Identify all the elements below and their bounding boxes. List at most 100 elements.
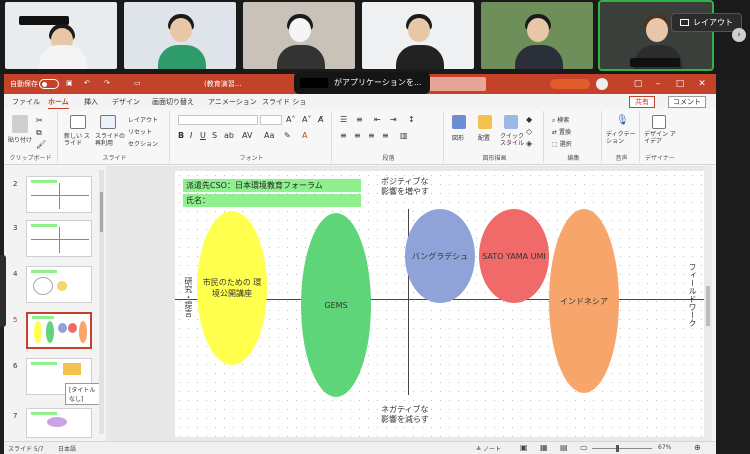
shapes-label[interactable]: 図形 [452,133,464,142]
autosave-toggle[interactable] [39,79,59,89]
new-slide-icon[interactable] [70,115,86,129]
shape-outline-icon[interactable]: ◇ [526,127,532,136]
slideshow-icon[interactable]: ▭ [580,443,588,452]
layout-button[interactable]: レイアウト [671,13,742,32]
thumbnail-scrollbar[interactable] [99,170,104,434]
account-name-badge[interactable] [550,79,590,89]
grow-font-icon[interactable]: A˄ [286,115,295,124]
slide-thumbnail-2[interactable] [26,176,92,213]
slide-thumbnail-3[interactable] [26,220,92,257]
screen-share-banner[interactable]: がアプリケーションを... [294,72,430,94]
char-spacing-icon[interactable]: AV [242,131,252,140]
change-case-icon[interactable]: Aa [264,131,274,140]
bullets-icon[interactable]: ☰ [340,115,347,124]
design-ideas-label[interactable]: デザイン アイデア [644,131,678,145]
language-indicator[interactable]: 日本語 [58,444,76,453]
decrease-indent-icon[interactable]: ⇤ [374,115,381,124]
ellipse-gems[interactable]: GEMS [301,213,371,397]
align-center-icon[interactable]: ≡ [354,131,361,140]
replace-button[interactable]: ⇄ 置換 [552,127,571,136]
redo-icon[interactable]: ↷ [104,79,110,87]
font-family-select[interactable] [178,115,258,125]
microphone-icon[interactable]: 🎙 [616,115,629,126]
slide-header-name[interactable]: 氏名： [183,194,361,207]
participant-tile-3[interactable] [243,2,355,69]
select-button[interactable]: ⬚ 選択 [552,139,572,148]
tab-design[interactable]: デザイン [112,97,140,107]
columns-icon[interactable]: ▥ [400,131,408,140]
font-size-select[interactable] [260,115,282,125]
find-button[interactable]: ⌕ 検索 [552,115,569,125]
comment-button[interactable]: コメント [668,96,706,108]
side-panel-handle[interactable] [0,255,6,327]
slide-thumbnail-7[interactable] [26,408,92,438]
shrink-font-icon[interactable]: A˅ [302,115,311,124]
reuse-slides-label[interactable]: スライドの 再利用 [95,133,125,147]
shape-fill-icon[interactable]: ◆ [526,115,532,124]
editor-scrollbar[interactable] [704,166,712,442]
ellipse-bangladesh[interactable]: バングラデシュ [405,209,475,303]
ellipse-indonesia[interactable]: インドネシア [549,209,619,393]
increase-indent-icon[interactable]: ⇥ [390,115,397,124]
participant-tile-2[interactable] [124,2,236,69]
section-dropdown[interactable]: セクション [128,139,158,148]
zoom-slider-thumb[interactable] [616,445,619,452]
tab-insert[interactable]: 挿入 [84,97,98,107]
strikethrough-icon[interactable]: S [212,131,217,140]
tab-transitions[interactable]: 画面切り替え [152,97,194,107]
dictate-label[interactable]: ディクテー ション [606,131,640,145]
align-right-icon[interactable]: ≡ [368,131,375,140]
participant-tile-5[interactable] [481,2,593,69]
notes-button[interactable]: ≜ ノート [476,444,501,453]
slide-canvas[interactable]: 派遣先CSO：日本環境教育フォーラム 氏名： ポジティブな 影響を増やす ネガテ… [175,171,705,437]
avatar[interactable] [596,78,608,90]
tab-slideshow[interactable]: スライド ショ [262,97,306,107]
fit-to-window-icon[interactable]: ⊕ [694,443,701,452]
present-icon[interactable]: ▭ [134,79,141,87]
line-spacing-icon[interactable]: ↕ [408,115,415,124]
slide-thumbnail-5-selected[interactable] [26,312,92,349]
undo-icon[interactable]: ↶ [84,79,90,87]
reuse-slides-icon[interactable] [100,115,116,129]
shadow-icon[interactable]: ab [224,131,234,140]
slide-thumbnail-4[interactable] [26,266,92,303]
zoom-slider[interactable] [592,448,652,449]
participant-tile-4[interactable] [362,2,474,69]
highlight-icon[interactable]: ✎ [284,131,291,140]
normal-view-icon[interactable]: ▣ [520,443,528,452]
arrange-label[interactable]: 配置 [478,133,490,142]
maximize-icon[interactable]: □ [674,78,686,90]
paste-icon[interactable] [12,115,28,133]
italic-icon[interactable]: I [190,131,192,140]
slide-header-cso[interactable]: 派遣先CSO：日本環境教育フォーラム [183,179,361,192]
layout-dropdown[interactable]: レイアウト [128,115,158,124]
new-slide-label[interactable]: 新しい スライド [64,133,94,147]
close-icon[interactable]: ✕ [696,78,708,90]
font-color-icon[interactable]: A [302,131,307,140]
tab-file[interactable]: ファイル [12,97,40,107]
ellipse-citizen-lecture[interactable]: 市民のための 環境公開講座 [197,211,267,365]
reading-view-icon[interactable]: ▤ [560,443,568,452]
underline-icon[interactable]: U [200,131,206,140]
save-icon[interactable]: ▣ [66,79,73,87]
chevron-right-icon[interactable]: › [732,28,746,42]
justify-icon[interactable]: ≡ [382,131,389,140]
quick-styles-icon[interactable] [504,115,518,129]
align-left-icon[interactable]: ≡ [340,131,347,140]
tab-animations[interactable]: アニメーション [208,97,257,107]
clear-format-icon[interactable]: A̸ [318,115,323,124]
copy-icon[interactable]: ⧉ [36,128,42,138]
bold-icon[interactable]: B [178,131,184,140]
zoom-level[interactable]: 67% [658,444,671,451]
format-painter-icon[interactable]: 🖌 [36,140,46,149]
ellipse-satoyama-umi[interactable]: SATO YAMA UMI [479,209,549,303]
ribbon-display-icon[interactable]: ▢ [632,78,644,90]
cut-icon[interactable]: ✂ [36,116,43,125]
share-button[interactable]: 共有 [629,96,655,108]
participant-tile-1[interactable] [5,2,117,69]
arrange-icon[interactable] [478,115,492,129]
numbering-icon[interactable]: ≡ [356,115,363,124]
shapes-icon[interactable] [452,115,466,129]
shape-effects-icon[interactable]: ◈ [526,139,532,148]
slide-sorter-icon[interactable]: ▦ [540,443,548,452]
